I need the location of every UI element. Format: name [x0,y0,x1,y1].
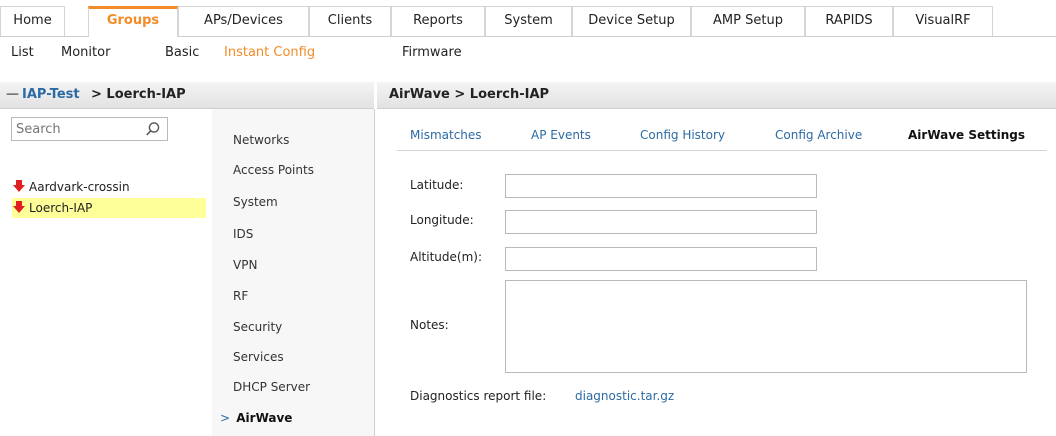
tab-amp-setup[interactable]: AMP Setup [691,6,805,36]
tab-clients[interactable]: Clients [309,6,391,36]
diagnostics-label: Diagnostics report file: [410,389,547,403]
subtabs-divider [397,150,1047,151]
nav-access-points[interactable]: Access Points [233,163,314,177]
nav-services[interactable]: Services [233,350,284,364]
subnav-monitor[interactable]: Monitor [61,45,110,60]
tab-groups[interactable]: Groups [88,6,178,37]
subtab-airwave-settings[interactable]: AirWave Settings [908,128,1025,142]
nav-rf[interactable]: RF [233,289,248,303]
nav-vpn[interactable]: VPN [233,258,257,272]
altitude-input[interactable] [505,247,817,271]
subnav-list[interactable]: List [11,45,34,60]
nav-ids[interactable]: IDS [233,227,253,241]
tree-item-label: Aardvark-crossin [29,180,130,194]
red-down-arrow-icon [13,201,25,213]
latitude-label: Latitude: [410,178,464,192]
nav-dhcp-server[interactable]: DHCP Server [233,380,310,394]
content-header: AirWave > Loerch-IAP [377,82,1056,109]
longitude-input[interactable] [505,210,817,234]
red-down-arrow-icon [13,180,25,192]
search-input[interactable] [12,118,148,140]
chevron-right-icon: > [220,411,231,425]
subtab-config-archive[interactable]: Config Archive [775,128,862,142]
latitude-input[interactable] [505,174,817,198]
subnav-firmware[interactable]: Firmware [402,45,462,60]
device-tree-panel: Aardvark-crossin Loerch-IAP [0,109,213,436]
altitude-label: Altitude(m): [410,250,482,264]
subnav-basic[interactable]: Basic [165,45,199,60]
tab-device-setup[interactable]: Device Setup [572,6,691,36]
nav-security[interactable]: Security [233,320,282,334]
collapse-icon[interactable]: — [6,82,19,108]
subtab-ap-events[interactable]: AP Events [531,128,591,142]
main-tab-bar: Home Groups APs/Devices Clients Reports … [0,0,1056,37]
breadcrumb-current: > Loerch-IAP [91,87,186,102]
longitude-label: Longitude: [410,213,474,227]
subtab-config-history[interactable]: Config History [640,128,725,142]
tab-visualrf[interactable]: VisualRF [893,6,993,36]
content-subtabs: Mismatches AP Events Config History Conf… [377,120,1056,150]
tab-home[interactable]: Home [0,6,65,36]
diagnostics-download-link[interactable]: diagnostic.tar.gz [575,389,674,403]
tab-rapids[interactable]: RAPIDS [805,6,893,36]
search-icon[interactable] [145,121,161,137]
subtab-mismatches[interactable]: Mismatches [410,128,482,142]
tree-item-label: Loerch-IAP [29,201,93,215]
page-title: AirWave > Loerch-IAP [389,87,550,102]
notes-label: Notes: [410,318,449,332]
group-link[interactable]: IAP-Test [22,82,80,108]
settings-nav: Networks Access Points System IDS VPN RF… [212,109,375,436]
tree-item-loerch-iap[interactable]: Loerch-IAP [12,198,206,218]
tab-aps-devices[interactable]: APs/Devices [178,6,309,36]
tab-system[interactable]: System [485,6,572,36]
nav-airwave-label: AirWave [236,411,293,425]
tab-reports[interactable]: Reports [391,6,485,36]
nav-system[interactable]: System [233,195,278,209]
nav-networks[interactable]: Networks [233,133,289,147]
tree-item-aardvark-crossin[interactable]: Aardvark-crossin [12,177,130,197]
notes-textarea[interactable] [505,280,1027,373]
group-breadcrumb: — IAP-Test > Loerch-IAP [0,82,374,109]
subnav-instant-config[interactable]: Instant Config [224,45,315,60]
nav-airwave[interactable]: > AirWave [220,411,292,425]
search-box [11,117,168,141]
sub-nav: List Monitor Basic Instant Config Firmwa… [0,36,1056,70]
